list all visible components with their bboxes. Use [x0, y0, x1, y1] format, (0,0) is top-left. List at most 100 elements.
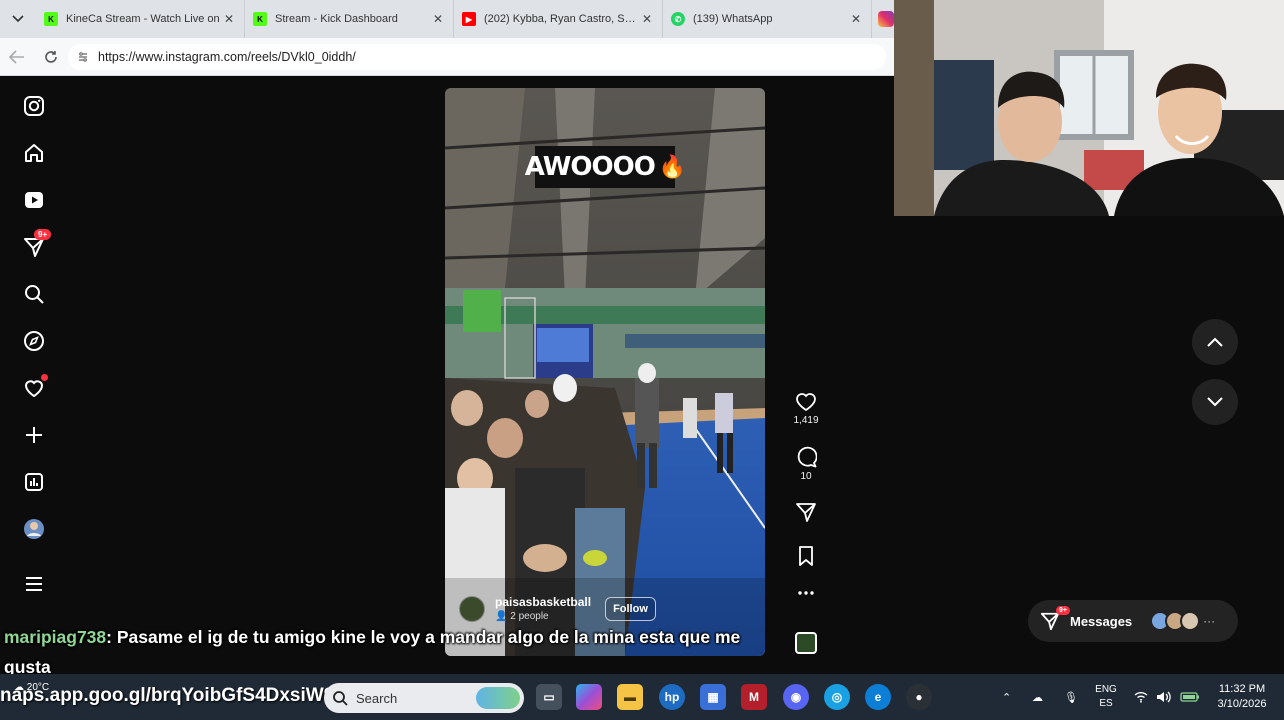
reload-icon[interactable]: [34, 38, 68, 76]
tab-title: Stream - Kick Dashboard: [275, 13, 398, 25]
browser-tab-whatsapp[interactable]: ✆ (139) WhatsApp ✕: [663, 0, 872, 38]
close-tab-icon[interactable]: ✕: [222, 12, 236, 26]
url-field[interactable]: https://www.instagram.com/reels/DVkl0_0i…: [68, 43, 886, 70]
reel-caption-banner: AWOOOO 🔥: [525, 146, 686, 188]
comment-count: 10: [800, 471, 812, 482]
whatsapp-icon: ✆: [671, 12, 685, 26]
task-view-icon[interactable]: ▭: [536, 684, 562, 710]
comment-bubble-icon: [797, 446, 817, 468]
site-info-icon[interactable]: [76, 50, 90, 64]
battery-icon[interactable]: [1180, 674, 1200, 720]
previous-reel-button[interactable]: [1192, 319, 1238, 365]
microsoft-store-icon[interactable]: ▦: [700, 684, 726, 710]
like-heart-icon: [796, 393, 816, 412]
more-avatars-icon: ···: [1203, 614, 1216, 628]
ellipsis-icon: [798, 591, 814, 595]
browser-tab-bar: K KineCa Stream - Watch Live on ✕ K Stre…: [0, 0, 894, 38]
follow-button[interactable]: Follow: [605, 596, 656, 621]
more-menu-icon[interactable]: [22, 572, 46, 596]
wifi-icon[interactable]: [1134, 674, 1148, 720]
instagram-tab-icon[interactable]: [878, 11, 894, 27]
lang-line2: ES: [1099, 698, 1113, 709]
volume-icon[interactable]: [1156, 674, 1172, 720]
chat-username: maripiag738: [4, 627, 107, 647]
direct-messages-icon[interactable]: 9+: [22, 229, 52, 259]
like-count: 1,419: [793, 415, 819, 426]
microphone-icon[interactable]: 🎙: [1064, 674, 1078, 720]
chrome-icon[interactable]: ◎: [824, 684, 850, 710]
dashboard-chart-icon[interactable]: [22, 470, 46, 494]
explore-compass-icon[interactable]: [22, 329, 46, 353]
windows-taskbar: ☁ 20°C naps.app.goo.gl/brqYoibGfS4DxsiW9…: [0, 674, 1284, 720]
account-text: paisasbasketball 👤 2 people: [495, 595, 591, 622]
kick-icon: K: [253, 12, 267, 26]
search-placeholder: Search: [356, 690, 398, 706]
next-reel-button[interactable]: [1192, 379, 1238, 425]
file-explorer-icon[interactable]: ▬: [617, 684, 643, 710]
share-plane-icon: [796, 503, 816, 522]
tab-title: (202) Kybba, Ryan Castro, Sean: [484, 13, 640, 25]
instagram-logo-icon[interactable]: [22, 94, 46, 118]
edge-icon[interactable]: e: [865, 684, 891, 710]
chevron-up-icon: [1207, 337, 1223, 347]
account-name[interactable]: paisasbasketball: [495, 595, 591, 609]
search-highlight-image: [476, 687, 520, 709]
reel-account-info: paisasbasketball 👤 2 people Follow: [459, 595, 656, 622]
youtube-icon: ▶: [462, 12, 476, 26]
hp-app-icon[interactable]: hp: [659, 684, 685, 710]
reel-video[interactable]: AWOOOO 🔥 paisasbasketball 👤 2 people Fol…: [445, 88, 765, 656]
notifications-heart-icon[interactable]: [22, 374, 48, 400]
taskbar-search-input[interactable]: Search: [324, 683, 524, 713]
speaker-glyph: [1157, 691, 1171, 703]
tab-list-chevron-icon[interactable]: [0, 0, 36, 38]
banner-text: AWOOOO: [524, 152, 656, 182]
home-icon[interactable]: [22, 141, 46, 165]
share-button[interactable]: [788, 501, 824, 523]
save-button[interactable]: [788, 545, 824, 567]
webcam-feed: [894, 0, 1284, 216]
input-language-indicator[interactable]: ENG ES: [1092, 683, 1120, 711]
browser-tab-kineca-stream[interactable]: K KineCa Stream - Watch Live on ✕: [36, 0, 245, 38]
mcafee-icon[interactable]: M: [741, 684, 767, 710]
chat-text: : Pasame el ig de tu amigo kine le voy a…: [4, 627, 741, 677]
close-tab-icon[interactable]: ✕: [849, 12, 863, 26]
fire-emoji-icon: 🔥: [658, 154, 686, 180]
address-bar: https://www.instagram.com/reels/DVkl0_0i…: [0, 38, 894, 76]
webcam-overlay: [894, 0, 1284, 216]
create-plus-icon[interactable]: [22, 423, 46, 447]
messages-badge: 9+: [1056, 606, 1070, 615]
copilot-icon[interactable]: [576, 684, 602, 710]
close-tab-icon[interactable]: ✕: [431, 12, 445, 26]
url-text: https://www.instagram.com/reels/DVkl0_0i…: [98, 49, 356, 64]
bookmark-icon: [799, 546, 813, 566]
comment-button[interactable]: 10: [788, 446, 824, 482]
more-options-button[interactable]: [788, 590, 824, 596]
back-arrow-icon[interactable]: [0, 38, 34, 76]
obs-icon[interactable]: ●: [906, 684, 932, 710]
browser-tab-youtube[interactable]: ▶ (202) Kybba, Ryan Castro, Sean ✕: [454, 0, 663, 38]
wifi-glyph: [1134, 692, 1148, 703]
notification-dot: [41, 374, 48, 381]
reels-icon[interactable]: [22, 188, 46, 212]
account-avatar[interactable]: [459, 595, 485, 622]
like-button[interactable]: 1,419: [788, 392, 824, 426]
people-label: 2 people: [510, 611, 549, 622]
collab-people[interactable]: 👤 2 people: [495, 611, 591, 622]
taskbar-clock[interactable]: 11:32 PM 3/10/2026: [1210, 682, 1274, 712]
clock-time: 11:32 PM: [1218, 683, 1266, 695]
screen: K KineCa Stream - Watch Live on ✕ K Stre…: [0, 0, 1284, 720]
audio-thumbnail[interactable]: [795, 632, 817, 654]
browser-tab-kick-dashboard[interactable]: K Stream - Kick Dashboard ✕: [245, 0, 454, 38]
onedrive-icon[interactable]: ☁: [1032, 674, 1043, 720]
search-icon[interactable]: [22, 282, 46, 306]
messages-drawer-button[interactable]: 9+ Messages ···: [1028, 600, 1238, 642]
show-hidden-icons-chevron-icon[interactable]: ⌃: [1002, 674, 1011, 720]
discord-icon[interactable]: ◉: [783, 684, 809, 710]
instagram-sidebar: 9+: [4, 76, 66, 672]
messages-avatars: ···: [1150, 611, 1215, 631]
avatar: [1180, 611, 1201, 631]
close-tab-icon[interactable]: ✕: [640, 12, 654, 26]
clock-date: 3/10/2026: [1217, 698, 1267, 710]
search-icon: [333, 691, 348, 706]
profile-avatar[interactable]: [22, 517, 46, 541]
